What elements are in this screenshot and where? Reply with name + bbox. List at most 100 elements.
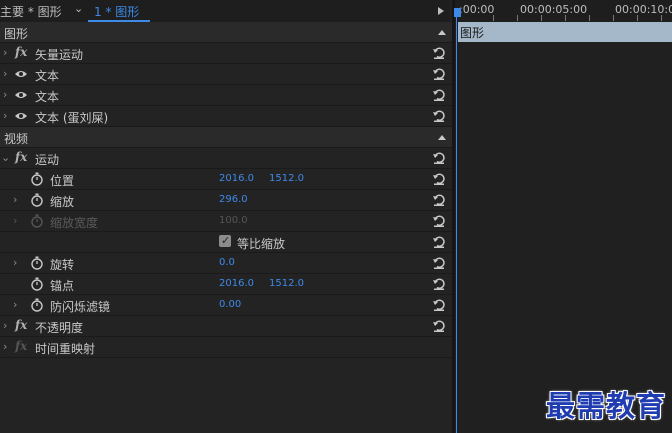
reset-icon[interactable]	[432, 319, 446, 333]
reset-icon[interactable]	[432, 193, 446, 207]
uniform-scale-checkbox[interactable]: ✓	[219, 234, 231, 247]
clip-bar[interactable]: 图形	[458, 22, 672, 42]
expand-chevron-icon[interactable]: ›	[3, 67, 7, 80]
expand-chevron-down-icon[interactable]: ⌄	[1, 151, 10, 164]
property-row-uniform-scale[interactable]: ✓ 等比缩放	[0, 232, 452, 253]
reset-icon[interactable]	[432, 298, 446, 312]
antiflicker-label: 防闪烁滤镜	[50, 300, 111, 314]
stopwatch-icon[interactable]	[30, 277, 44, 291]
layer-row-text-3[interactable]: › 文本 (蛋刘屎)	[0, 106, 452, 127]
reset-icon[interactable]	[432, 151, 446, 165]
anchor-label: 锚点	[50, 279, 75, 293]
ruler-tick	[637, 15, 638, 21]
scale-width-value: 100.0	[219, 215, 248, 226]
ruler-tick	[565, 15, 566, 21]
ruler-tick	[541, 15, 542, 21]
collapse-up-icon[interactable]	[438, 135, 446, 140]
property-row-antiflicker[interactable]: › 防闪烁滤镜 0.00	[0, 295, 452, 316]
expand-chevron-icon[interactable]: ›	[3, 88, 7, 101]
rotation-label: 旋转	[50, 258, 75, 272]
layer-row-text-2[interactable]: › 文本	[0, 85, 452, 106]
check-icon: ✓	[221, 234, 231, 247]
section-video-label: 视频	[4, 132, 29, 146]
fx-badge-icon: fx	[15, 339, 28, 353]
reset-icon[interactable]	[432, 256, 446, 270]
stopwatch-icon[interactable]	[30, 298, 44, 312]
motion-label: 运动	[35, 153, 60, 167]
ruler-tick	[613, 15, 614, 21]
effect-row-time-remap[interactable]: › fx 时间重映射	[0, 337, 452, 358]
effect-row-motion[interactable]: ⌄ fx 运动	[0, 148, 452, 169]
section-graphics-label: 图形	[4, 27, 29, 41]
watermark-logo: 最需教育	[546, 389, 667, 423]
sequence-clip-tab[interactable]: 1 * 图形	[94, 3, 139, 20]
section-video[interactable]: 视频	[0, 127, 452, 148]
anchor-y-value[interactable]: 1512.0	[269, 278, 304, 289]
ruler-tick	[661, 15, 662, 21]
reset-icon[interactable]	[432, 235, 446, 249]
master-clip-tab[interactable]: 主要 * 图形	[0, 3, 62, 20]
collapse-up-icon[interactable]	[438, 30, 446, 35]
ruler-tick	[493, 15, 494, 21]
scale-value[interactable]: 296.0	[219, 194, 248, 205]
opacity-label: 不透明度	[35, 321, 84, 335]
reset-icon[interactable]	[432, 214, 446, 228]
effect-row-opacity[interactable]: › fx 不透明度	[0, 316, 452, 337]
reset-icon[interactable]	[432, 277, 446, 291]
stopwatch-icon[interactable]	[30, 193, 44, 207]
reset-icon[interactable]	[432, 172, 446, 186]
property-row-rotation[interactable]: › 旋转 0.0	[0, 253, 452, 274]
stopwatch-icon[interactable]	[30, 172, 44, 186]
time-remap-label: 时间重映射	[35, 342, 96, 356]
property-row-position[interactable]: 位置 2016.0 1512.0	[0, 169, 452, 190]
effect-controls-header: 主要 * 图形 ⌄ 1 * 图形	[0, 0, 450, 22]
eye-visibility-icon[interactable]	[14, 90, 28, 100]
section-graphics[interactable]: 图形	[0, 22, 452, 43]
reset-icon[interactable]	[432, 67, 446, 81]
play-triangle-icon[interactable]	[438, 7, 444, 15]
uniform-scale-label: 等比缩放	[237, 237, 286, 251]
text-layer-label: 文本	[35, 69, 60, 83]
clip-bar-label: 图形	[460, 26, 485, 40]
effect-timeline[interactable]: :00:00 00:00:05:00 00:00:10:0 图形	[454, 0, 672, 433]
eye-visibility-icon[interactable]	[14, 111, 28, 121]
fx-badge-icon[interactable]: fx	[15, 45, 27, 59]
position-y-value[interactable]: 1512.0	[269, 173, 304, 184]
position-x-value[interactable]: 2016.0	[219, 173, 254, 184]
antiflicker-value[interactable]: 0.00	[219, 299, 241, 310]
playhead-handle[interactable]	[454, 8, 461, 17]
rotation-value[interactable]: 0.0	[219, 257, 235, 268]
expand-chevron-icon[interactable]: ›	[3, 46, 7, 59]
scale-width-label: 缩放宽度	[50, 216, 99, 230]
ruler-tick	[589, 15, 590, 21]
scale-label: 缩放	[50, 195, 75, 209]
fx-badge-icon[interactable]: fx	[15, 150, 27, 164]
eye-visibility-icon[interactable]	[14, 69, 28, 79]
property-row-scale-width: › 缩放宽度 100.0	[0, 211, 452, 232]
chevron-down-icon[interactable]: ⌄	[74, 2, 83, 15]
expand-chevron-icon[interactable]: ›	[3, 319, 7, 332]
timecode-label: 00:00:10:0	[615, 3, 672, 16]
position-label: 位置	[50, 174, 75, 188]
fx-badge-icon[interactable]: fx	[15, 318, 27, 332]
stopwatch-icon[interactable]	[30, 256, 44, 270]
property-row-scale[interactable]: › 缩放 296.0	[0, 190, 452, 211]
expand-chevron-icon[interactable]: ›	[13, 193, 17, 206]
effect-row-vector-motion[interactable]: › fx 矢量运动	[0, 43, 452, 64]
reset-icon[interactable]	[432, 46, 446, 60]
expand-chevron-icon[interactable]: ›	[3, 340, 7, 353]
anchor-x-value[interactable]: 2016.0	[219, 278, 254, 289]
layer-row-text-1[interactable]: › 文本	[0, 64, 452, 85]
property-row-anchor[interactable]: 锚点 2016.0 1512.0	[0, 274, 452, 295]
reset-icon[interactable]	[432, 88, 446, 102]
timecode-label: 00:00:05:00	[520, 3, 588, 16]
reset-icon[interactable]	[432, 109, 446, 123]
expand-chevron-icon[interactable]: ›	[13, 298, 17, 311]
stopwatch-icon	[30, 214, 44, 228]
time-ruler[interactable]: :00:00 00:00:05:00 00:00:10:0	[455, 0, 672, 22]
expand-chevron-icon[interactable]: ›	[13, 256, 17, 269]
timecode-label: :00:00	[459, 3, 495, 16]
text-layer-label: 文本 (蛋刘屎)	[35, 111, 109, 125]
playhead-line[interactable]	[456, 17, 457, 433]
expand-chevron-icon[interactable]: ›	[3, 109, 7, 122]
